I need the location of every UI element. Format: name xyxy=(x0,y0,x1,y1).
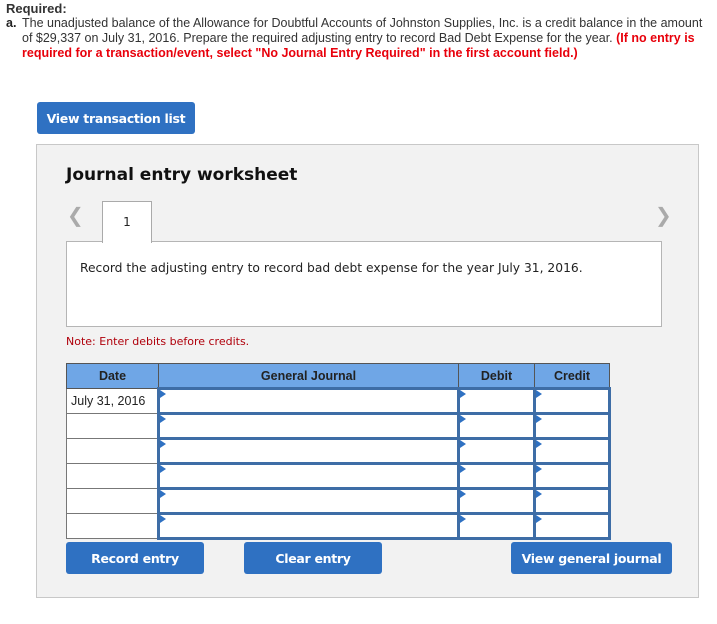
dropdown-marker-icon xyxy=(160,440,166,448)
dropdown-marker-icon xyxy=(460,440,466,448)
required-heading: Required: xyxy=(6,1,67,16)
debit-input[interactable] xyxy=(457,437,536,465)
header-credit: Credit xyxy=(534,363,610,389)
chevron-left-icon[interactable]: ❮ xyxy=(67,203,84,227)
debit-input[interactable] xyxy=(457,512,536,540)
dropdown-marker-icon xyxy=(160,465,166,473)
date-cell[interactable] xyxy=(66,463,159,489)
tab-entry-1[interactable]: 1 xyxy=(102,201,152,243)
dropdown-marker-icon xyxy=(536,440,542,448)
dropdown-marker-icon xyxy=(460,515,466,523)
credit-input[interactable] xyxy=(533,437,611,465)
credit-input[interactable] xyxy=(533,512,611,540)
header-general-journal: General Journal xyxy=(158,363,459,389)
table-header-row: Date General Journal Debit Credit xyxy=(66,363,610,389)
view-general-journal-button[interactable]: View general journal xyxy=(511,542,672,574)
journal-entry-worksheet-panel: Journal entry worksheet ❮ ❯ 1 Record the… xyxy=(36,144,699,598)
record-entry-button[interactable]: Record entry xyxy=(66,542,204,574)
account-input[interactable] xyxy=(157,412,460,440)
credit-input[interactable] xyxy=(533,412,611,440)
table-row xyxy=(66,437,611,465)
dropdown-marker-icon xyxy=(536,390,542,398)
account-input[interactable] xyxy=(157,437,460,465)
debit-input[interactable] xyxy=(457,387,536,415)
date-cell[interactable] xyxy=(66,513,159,539)
debits-note: Note: Enter debits before credits. xyxy=(66,335,250,348)
table-row xyxy=(66,512,611,540)
dropdown-marker-icon xyxy=(460,390,466,398)
table-row xyxy=(66,487,611,515)
required-item: a. The unadjusted balance of the Allowan… xyxy=(6,16,711,61)
dropdown-marker-icon xyxy=(460,415,466,423)
worksheet-title: Journal entry worksheet xyxy=(66,165,298,185)
credit-input[interactable] xyxy=(533,387,611,415)
dropdown-marker-icon xyxy=(160,390,166,398)
clear-entry-button[interactable]: Clear entry xyxy=(244,542,382,574)
credit-input[interactable] xyxy=(533,487,611,515)
date-cell[interactable] xyxy=(66,413,159,439)
dropdown-marker-icon xyxy=(536,465,542,473)
header-debit: Debit xyxy=(458,363,535,389)
table-row xyxy=(66,462,611,490)
view-transaction-list-button[interactable]: View transaction list xyxy=(37,102,195,134)
dropdown-marker-icon xyxy=(536,490,542,498)
chevron-right-icon[interactable]: ❯ xyxy=(655,203,672,227)
required-section: Required: a. The unadjusted balance of t… xyxy=(6,1,711,61)
date-cell[interactable] xyxy=(66,488,159,514)
dropdown-marker-icon xyxy=(536,415,542,423)
problem-text: The unadjusted balance of the Allowance … xyxy=(22,16,703,45)
table-row: July 31, 2016 xyxy=(66,387,611,415)
account-input[interactable] xyxy=(157,387,460,415)
dropdown-marker-icon xyxy=(160,515,166,523)
debit-input[interactable] xyxy=(457,487,536,515)
date-cell[interactable] xyxy=(66,438,159,464)
header-date: Date xyxy=(66,363,159,389)
dropdown-marker-icon xyxy=(460,465,466,473)
entry-description: Record the adjusting entry to record bad… xyxy=(66,241,662,327)
account-input[interactable] xyxy=(157,487,460,515)
item-label: a. xyxy=(6,16,17,30)
table-row xyxy=(66,412,611,440)
dropdown-marker-icon xyxy=(160,490,166,498)
journal-table: Date General Journal Debit Credit July 3… xyxy=(66,363,611,540)
dropdown-marker-icon xyxy=(460,490,466,498)
date-cell[interactable]: July 31, 2016 xyxy=(66,388,159,414)
debit-input[interactable] xyxy=(457,412,536,440)
account-input[interactable] xyxy=(157,512,460,540)
account-input[interactable] xyxy=(157,462,460,490)
credit-input[interactable] xyxy=(533,462,611,490)
dropdown-marker-icon xyxy=(536,515,542,523)
problem-statement: The unadjusted balance of the Allowance … xyxy=(22,16,711,61)
debit-input[interactable] xyxy=(457,462,536,490)
dropdown-marker-icon xyxy=(160,415,166,423)
